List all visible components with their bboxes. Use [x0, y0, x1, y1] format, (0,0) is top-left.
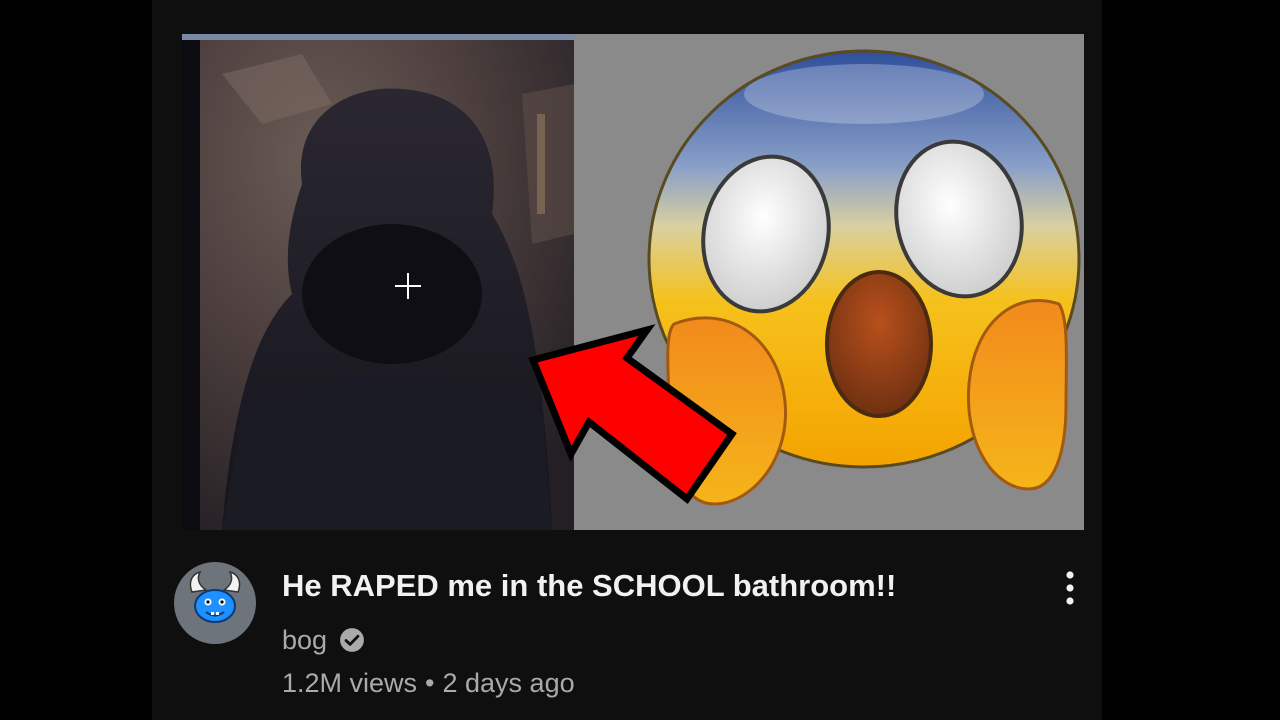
- verified-check-icon: [340, 628, 364, 652]
- channel-name[interactable]: bog: [282, 625, 327, 656]
- video-title[interactable]: He RAPED me in the SCHOOL bathroom!!: [282, 566, 1042, 606]
- separator-dot: •: [425, 668, 435, 698]
- video-thumbnail[interactable]: [182, 34, 1084, 530]
- horned-mascot-icon: [189, 570, 241, 623]
- video-metadata: He RAPED me in the SCHOOL bathroom!! bog…: [174, 560, 1084, 710]
- channel-row: bog: [282, 620, 365, 660]
- channel-avatar[interactable]: [174, 562, 256, 644]
- thumbnail-photo: [182, 34, 574, 530]
- page: He RAPED me in the SCHOOL bathroom!! bog…: [0, 0, 1280, 720]
- more-vertical-icon[interactable]: [1056, 568, 1084, 608]
- red-arrow: [528, 324, 737, 505]
- upload-age: 2 days ago: [442, 668, 575, 698]
- video-stats: 1.2M views • 2 days ago: [282, 664, 575, 702]
- view-count: 1.2M views: [282, 668, 418, 698]
- video-card: He RAPED me in the SCHOOL bathroom!! bog…: [152, 0, 1102, 720]
- crosshair-cursor-icon: [395, 273, 421, 299]
